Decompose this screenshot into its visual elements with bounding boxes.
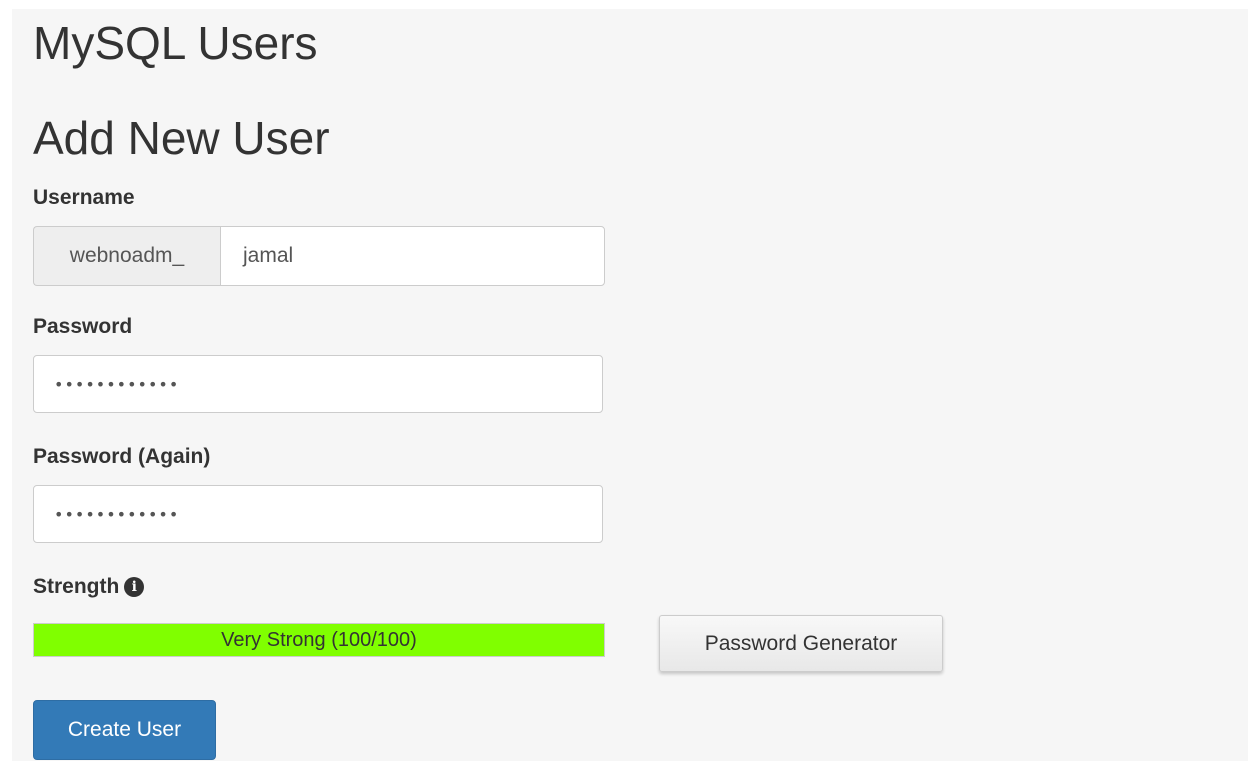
password-again-input[interactable]: •••••••••••• bbox=[33, 485, 603, 543]
create-user-button[interactable]: Create User bbox=[33, 700, 216, 760]
strength-meter: Very Strong (100/100) bbox=[33, 623, 605, 657]
page-title: MySQL Users bbox=[33, 17, 318, 69]
password-generator-button[interactable]: Password Generator bbox=[659, 615, 943, 672]
password-input[interactable]: •••••••••••• bbox=[33, 355, 603, 413]
strength-label: Strength bbox=[33, 575, 120, 598]
password-again-label: Password (Again) bbox=[33, 445, 211, 468]
username-input-group: webnoadm_ jamal bbox=[33, 226, 605, 286]
strength-label-row: Strength i bbox=[33, 574, 145, 600]
username-label: Username bbox=[33, 186, 135, 209]
section-title: Add New User bbox=[33, 112, 330, 164]
username-prefix: webnoadm_ bbox=[33, 226, 220, 286]
password-label: Password bbox=[33, 315, 133, 338]
strength-text: Very Strong (100/100) bbox=[221, 628, 417, 651]
info-circle-icon[interactable]: i bbox=[124, 577, 145, 597]
mysql-users-panel: MySQL Users Add New User Username webnoa… bbox=[12, 9, 1248, 761]
username-input[interactable]: jamal bbox=[220, 226, 605, 286]
